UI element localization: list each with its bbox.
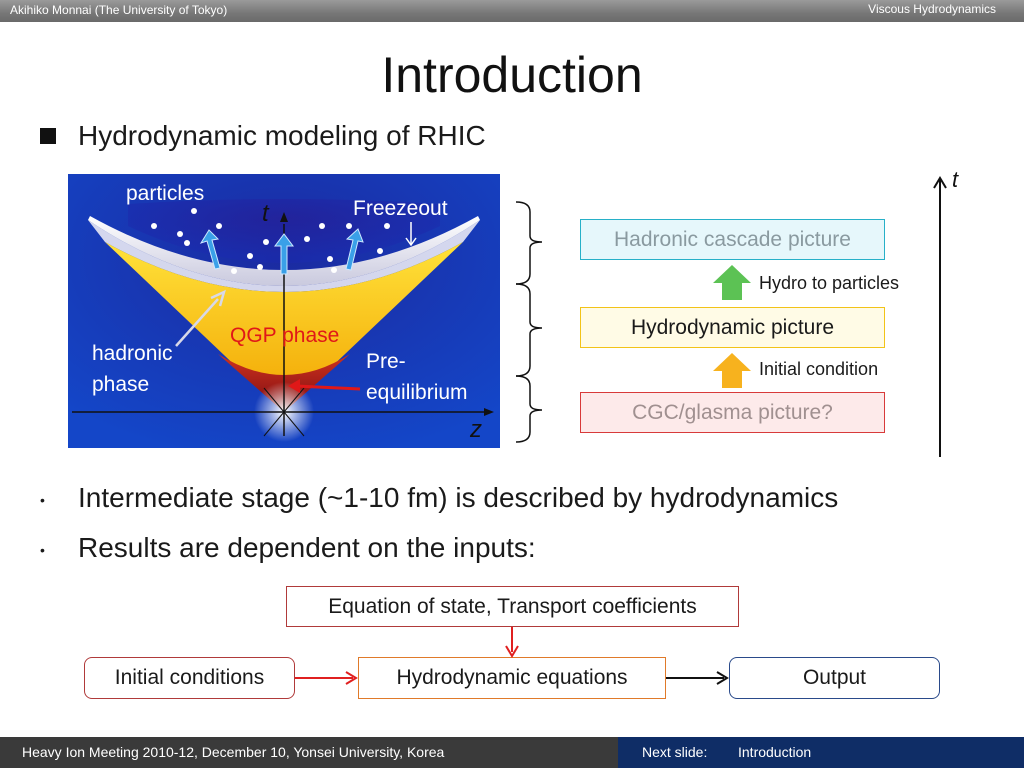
hadronic-label-line1: hadronic: [92, 342, 173, 365]
orange-up-arrow-icon: [713, 353, 751, 388]
bullet-dot-icon: •: [40, 542, 45, 558]
slide-title: Introduction: [381, 47, 643, 103]
header-bar: Akihiko Monnai (The University of Tokyo)…: [0, 0, 1024, 22]
footer-meeting: Heavy Ion Meeting 2010-12, December 10, …: [22, 744, 445, 760]
pre-equilibrium-label-line1: Pre-: [366, 350, 406, 373]
header-topic: Viscous Hydrodynamics: [868, 2, 996, 16]
pre-equilibrium-label-line2: equilibrium: [366, 381, 468, 404]
diagram-z-label: z: [469, 416, 482, 443]
initial-condition-label: Initial condition: [759, 359, 879, 379]
brace-cgc: [515, 375, 543, 443]
brace-hadronic: [515, 201, 543, 285]
green-up-arrow-icon: [713, 265, 751, 300]
freezeout-label: Freezeout: [353, 197, 448, 220]
footer-bar: Heavy Ion Meeting 2010-12, December 10, …: [0, 737, 1024, 768]
flow-arrows: [295, 627, 729, 685]
hydrodynamic-picture-box: Hydrodynamic picture: [580, 307, 885, 348]
bullet-results-dependent: Results are dependent on the inputs:: [78, 532, 536, 563]
hadronic-label-line2: phase: [92, 373, 149, 396]
brace-hydro: [515, 283, 543, 377]
light-cone-diagram: particles t Freezeout QGP phase hadronic…: [68, 174, 500, 448]
stage-braces: [515, 201, 543, 443]
square-bullet-icon: [40, 128, 56, 144]
cgc-glasma-box: CGC/glasma picture?: [580, 392, 885, 433]
bullet-dot-icon: •: [40, 492, 45, 508]
qgp-phase-label: QGP phase: [230, 324, 339, 347]
time-axis-label: t: [952, 170, 959, 192]
hadronic-cascade-box: Hadronic cascade picture: [580, 219, 885, 260]
particles-label: particles: [126, 182, 204, 205]
footer-next-label: Next slide:: [642, 744, 708, 760]
bullet-heading: Hydrodynamic modeling of RHIC: [78, 120, 486, 151]
hydro-to-particles-label: Hydro to particles: [759, 273, 900, 293]
bullet-intermediate-stage: Intermediate stage (~1-10 fm) is describ…: [78, 482, 839, 513]
header-author: Akihiko Monnai (The University of Tokyo): [10, 3, 228, 17]
footer-next-link[interactable]: Introduction: [738, 744, 811, 760]
time-axis: t: [933, 170, 959, 457]
